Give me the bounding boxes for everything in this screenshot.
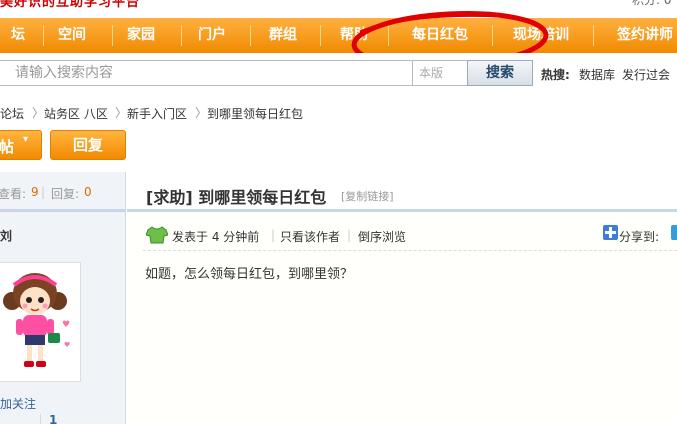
main-nav: 坛 空间 家园 门户 群组 帮助 每日红包 现场培训 签约讲师 [0, 18, 677, 54]
search-input[interactable]: 请输入搜索内容 [0, 60, 413, 86]
nav-item-lecturers[interactable]: 签约讲师 [600, 18, 677, 53]
stats-divider: | [41, 185, 46, 199]
new-post-button[interactable]: 帖 ▾ [0, 130, 42, 160]
thread-title: [求助] 到哪里领每日红包 [146, 188, 327, 207]
breadcrumb-subforum[interactable]: 新手入门区 [127, 105, 187, 122]
points-display: 积分: 0 [632, 0, 672, 7]
nav-divider [593, 25, 594, 46]
replies-count: 0 [84, 185, 92, 199]
sidebar-divider [40, 414, 41, 424]
only-author-link[interactable]: 只看该作者 [280, 228, 340, 245]
chevron-right-icon: 〉 [195, 106, 208, 120]
nav-item-portal[interactable]: 门户 [184, 18, 240, 53]
post-time: 发表于 4 分钟前 [172, 230, 260, 244]
views-count: 9 [31, 185, 39, 199]
author-name[interactable]: 刘 [0, 227, 12, 244]
nav-item-forum[interactable]: 坛 [0, 18, 46, 53]
nav-item-home[interactable]: 家园 [113, 18, 169, 53]
breadcrumb-section[interactable]: 站务区 八区 [44, 105, 108, 122]
meta-divider: | [347, 228, 352, 242]
reverse-order-link[interactable]: 倒序浏览 [358, 228, 406, 245]
online-status-icon [146, 226, 168, 244]
hot-link-database[interactable]: 数据库 [579, 66, 615, 83]
breadcrumb-thread[interactable]: 到哪里领每日红包 [207, 105, 303, 122]
svg-text:♥: ♥ [62, 320, 70, 330]
site-slogan: 美好识的互助学习平台 [0, 0, 141, 10]
chevron-right-icon: 〉 [115, 106, 128, 120]
new-post-label: 帖 [0, 138, 15, 156]
nav-item-space[interactable]: 空间 [44, 18, 100, 53]
hot-link-issuance[interactable]: 发行过会 [622, 66, 670, 83]
views-label: 查看: [0, 187, 27, 201]
search-button[interactable]: 搜索 [467, 60, 533, 86]
meta-divider: | [271, 228, 276, 242]
nav-divider [320, 25, 321, 46]
svg-text:♥: ♥ [64, 341, 70, 349]
share-plus-icon [603, 225, 618, 240]
breadcrumb-forum[interactable]: 论坛 [0, 105, 24, 122]
nav-divider [181, 25, 182, 46]
replies-label: 回复: [51, 187, 80, 201]
share-link[interactable]: 分享到: [619, 228, 659, 245]
caret-down-icon: ▾ [23, 134, 29, 145]
nav-divider [250, 25, 251, 46]
avatar-illustration: ♥ ♥ [3, 273, 70, 367]
reply-button[interactable]: 回复 [50, 130, 126, 160]
avatar[interactable]: ♥ ♥ [0, 262, 81, 382]
copy-link[interactable]: [复制链接] [341, 188, 394, 204]
post-body: 如题，怎么领每日红包，到哪里领？ [145, 267, 354, 282]
nav-item-groups[interactable]: 群组 [255, 18, 311, 53]
hot-search-label: 热搜: [541, 68, 570, 82]
thread-stats: 查看: 9 | 回复: 0 [0, 172, 126, 212]
author-stat[interactable]: 1 [49, 413, 57, 427]
follow-link[interactable]: 加关注 [0, 395, 36, 412]
chevron-right-icon: 〉 [32, 106, 45, 120]
share-service-icon[interactable] [671, 225, 677, 240]
search-scope-select[interactable]: 本版 [413, 60, 468, 86]
